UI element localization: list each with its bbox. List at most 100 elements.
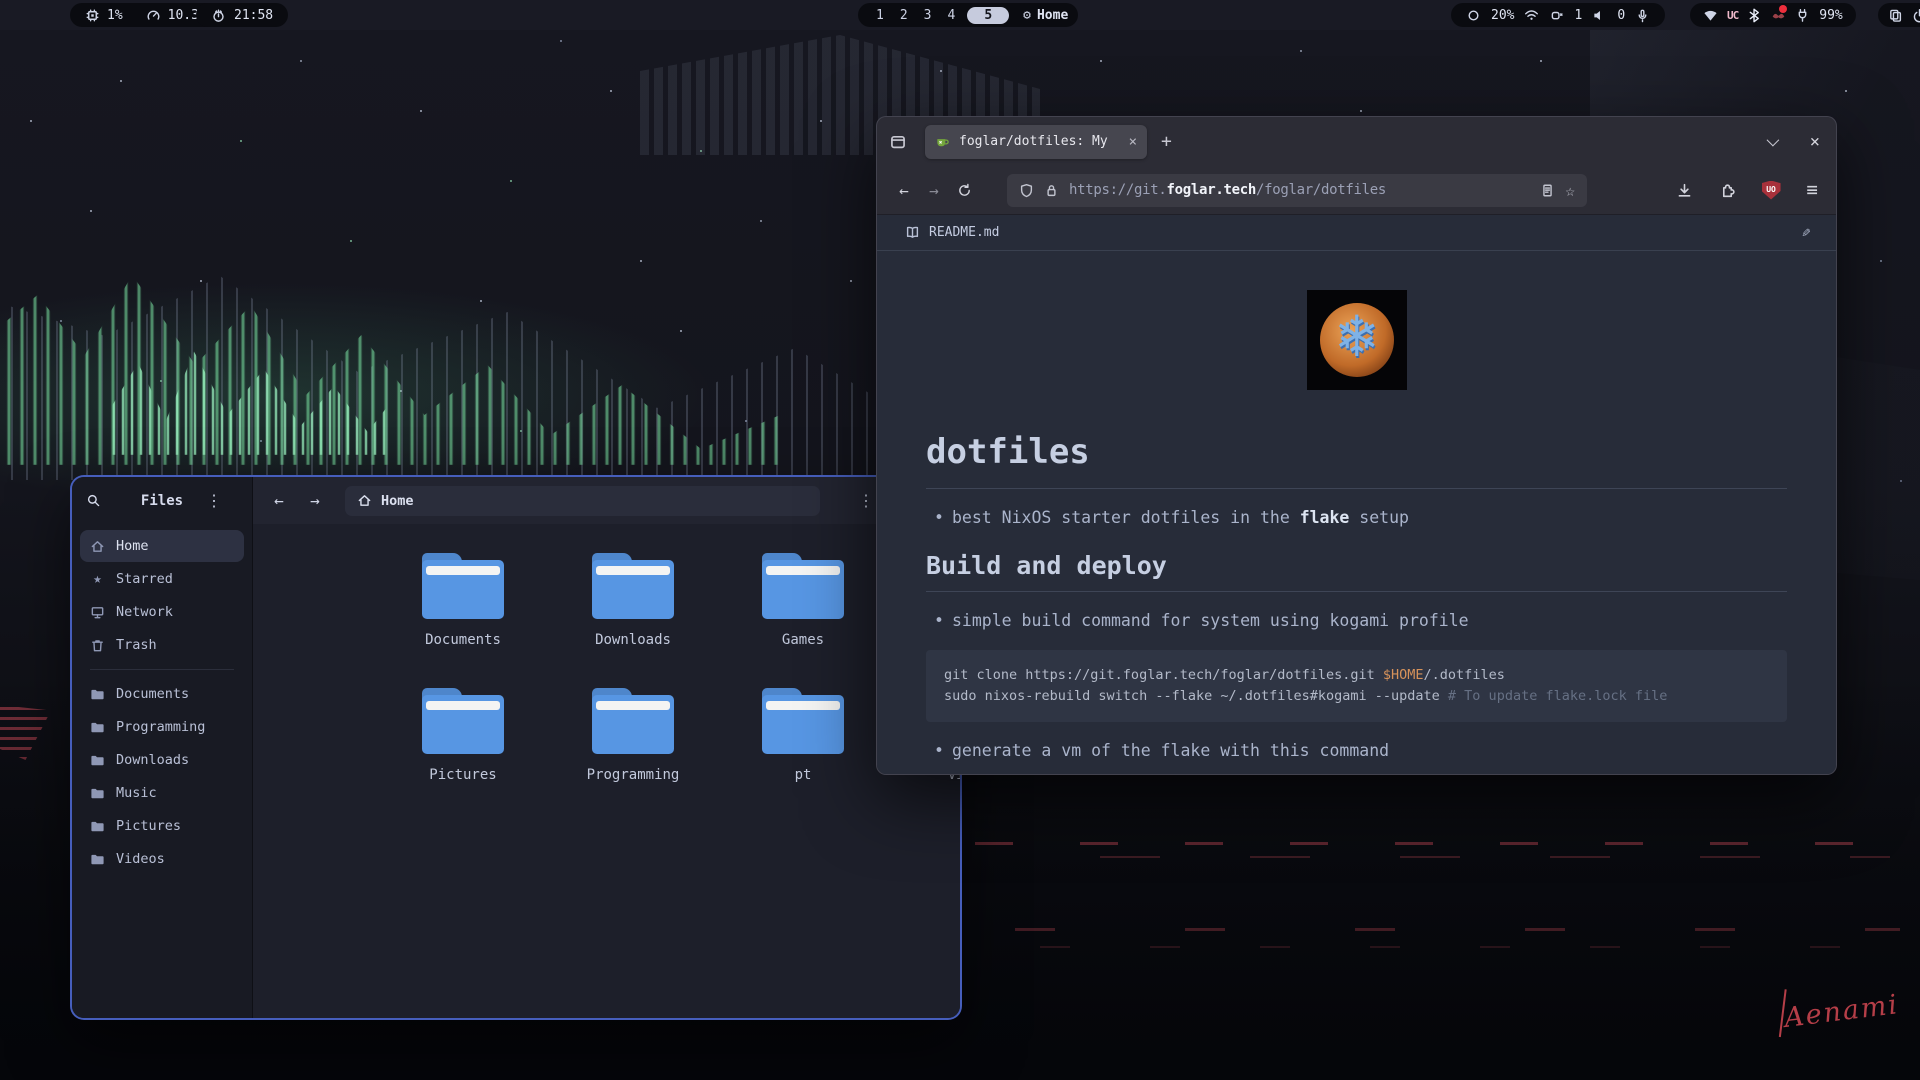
tab-bar-right: × <box>1767 132 1820 152</box>
search-icon[interactable] <box>86 493 101 508</box>
folder-label: Pictures <box>388 767 538 783</box>
folder-icon <box>762 688 844 754</box>
browser-forward-button[interactable]: → <box>919 175 949 205</box>
sidebar-item-home[interactable]: Home <box>80 530 244 562</box>
files-toolbar: ← → Home ⋮ <box>253 477 960 524</box>
sidebar-menu-button[interactable]: ⋮ <box>206 491 222 510</box>
files-window: Files ⋮ Home ★ Starred Network Trash <box>70 475 962 1020</box>
list-tabs-chevron-icon[interactable] <box>1766 134 1779 147</box>
recorder-applet-icon[interactable] <box>1771 8 1786 23</box>
workspaces-widget: 1 2 3 4 5 ⚙ Home <box>858 3 1078 27</box>
breadcrumb[interactable]: Home <box>345 486 820 516</box>
home-icon <box>357 493 372 508</box>
clock-widget[interactable]: 21:58 <box>196 3 288 27</box>
url-text[interactable]: https://git.foglar.tech/foglar/dotfiles <box>1069 182 1530 198</box>
nixos-logo-image: ❄ <box>1307 290 1407 390</box>
folder-label: Downloads <box>558 632 708 648</box>
edit-pencil-icon[interactable]: ✎ <box>1802 225 1810 241</box>
wifi-signal-icon[interactable] <box>1703 8 1718 23</box>
book-icon <box>905 225 920 240</box>
files-sidebar-header: Files ⋮ <box>72 477 252 524</box>
recording-dot <box>1779 5 1787 13</box>
folder-item-documents[interactable]: Documents <box>388 553 538 648</box>
sidebar-item-documents[interactable]: Documents <box>80 678 244 710</box>
nav-bar-actions: UO ≡ <box>1676 179 1818 201</box>
power-icon[interactable] <box>1912 8 1920 23</box>
sidebar-item-network[interactable]: Network <box>80 596 244 628</box>
readme-filename[interactable]: README.md <box>929 225 999 240</box>
network-icon <box>90 605 105 620</box>
ublock-origin-icon[interactable]: UO <box>1762 181 1781 200</box>
window-menu-button[interactable]: ⋮ <box>858 491 874 510</box>
wifi-icon[interactable] <box>1524 8 1539 23</box>
window-close-button[interactable]: × <box>1810 132 1820 152</box>
browser-back-button[interactable]: ← <box>889 175 919 205</box>
sidebar-item-label: Home <box>116 538 149 554</box>
reload-button[interactable] <box>949 175 979 205</box>
bullet-text: setup <box>1349 508 1409 527</box>
sidebar-item-downloads[interactable]: Downloads <box>80 744 244 776</box>
divider <box>926 591 1787 592</box>
code-block-build[interactable]: git clone https://git.foglar.tech/foglar… <box>926 650 1787 722</box>
clipboard-icon[interactable] <box>1888 8 1903 23</box>
sidebar-item-programming[interactable]: Programming <box>80 711 244 743</box>
firefox-tab-bar: foglar/dotfiles: My × + × <box>877 117 1836 166</box>
bluetooth-icon[interactable] <box>1747 8 1762 23</box>
code-variable: $HOME <box>1383 667 1424 683</box>
firefox-view-icon <box>889 133 907 151</box>
folder-item-pt[interactable]: pt <box>728 688 878 783</box>
workspace-4[interactable]: 4 <box>939 8 963 23</box>
folder-item-downloads[interactable]: Downloads <box>558 553 708 648</box>
microphone-icon[interactable] <box>1635 8 1650 23</box>
lock-icon <box>1044 183 1059 198</box>
folder-icon <box>90 687 105 702</box>
reader-mode-icon[interactable] <box>1540 183 1555 198</box>
folder-label: Games <box>728 632 878 648</box>
sidebar-item-pictures[interactable]: Pictures <box>80 810 244 842</box>
session-tray-widget <box>1878 3 1920 27</box>
folder-icon <box>422 553 504 619</box>
new-tab-button[interactable]: + <box>1161 131 1172 152</box>
sidebar-item-videos[interactable]: Videos <box>80 843 244 875</box>
firefox-view-button[interactable] <box>889 133 907 151</box>
folder-icon <box>592 553 674 619</box>
sidebar-item-label: Downloads <box>116 752 189 768</box>
folder-item-pictures[interactable]: Pictures <box>388 688 538 783</box>
mode-label[interactable]: Home <box>1037 8 1068 23</box>
sidebar-item-music[interactable]: Music <box>80 777 244 809</box>
browser-tab-active[interactable]: foglar/dotfiles: My × <box>925 125 1147 159</box>
workspace-5-active[interactable]: 5 <box>967 7 1009 24</box>
folder-icon <box>762 553 844 619</box>
hamburger-menu-icon[interactable]: ≡ <box>1807 179 1818 201</box>
breadcrumb-label: Home <box>381 493 414 509</box>
folder-item-programming[interactable]: Programming <box>558 688 708 783</box>
speaker-icon[interactable] <box>1592 8 1607 23</box>
forward-button[interactable]: → <box>301 487 329 515</box>
device-battery-icon[interactable] <box>1549 8 1564 23</box>
sidebar-items: Home ★ Starred Network Trash Documents <box>72 524 252 882</box>
bookmark-star-icon[interactable]: ☆ <box>1565 181 1575 200</box>
sidebar-item-starred[interactable]: ★ Starred <box>80 563 244 595</box>
url-bar[interactable]: https://git.foglar.tech/foglar/dotfiles … <box>1007 174 1587 207</box>
url-path: /foglar/dotfiles <box>1256 182 1386 198</box>
power-plug-icon[interactable] <box>1795 8 1810 23</box>
folder-icon <box>422 688 504 754</box>
folder-icon <box>592 688 674 754</box>
tab-close-button[interactable]: × <box>1129 134 1137 150</box>
downloads-icon[interactable] <box>1676 182 1693 199</box>
sidebar-item-trash[interactable]: Trash <box>80 629 244 661</box>
uc-applet-icon[interactable]: UC <box>1727 9 1738 22</box>
extensions-puzzle-icon[interactable] <box>1719 182 1736 199</box>
memory-gauge-icon <box>146 8 161 23</box>
sidebar-item-label: Network <box>116 604 173 620</box>
tracking-shield-icon[interactable] <box>1019 183 1034 198</box>
workspace-2[interactable]: 2 <box>892 8 916 23</box>
brightness-icon[interactable] <box>1466 8 1481 23</box>
back-button[interactable]: ← <box>265 487 293 515</box>
folder-icon <box>90 819 105 834</box>
nixos-snowflake-icon: ❄ <box>1338 304 1375 366</box>
workspace-1[interactable]: 1 <box>868 8 892 23</box>
folder-item-games[interactable]: Games <box>728 553 878 648</box>
workspace-3[interactable]: 3 <box>916 8 940 23</box>
code-text: sudo nixos-rebuild switch --flake ~/.dot… <box>944 688 1448 704</box>
